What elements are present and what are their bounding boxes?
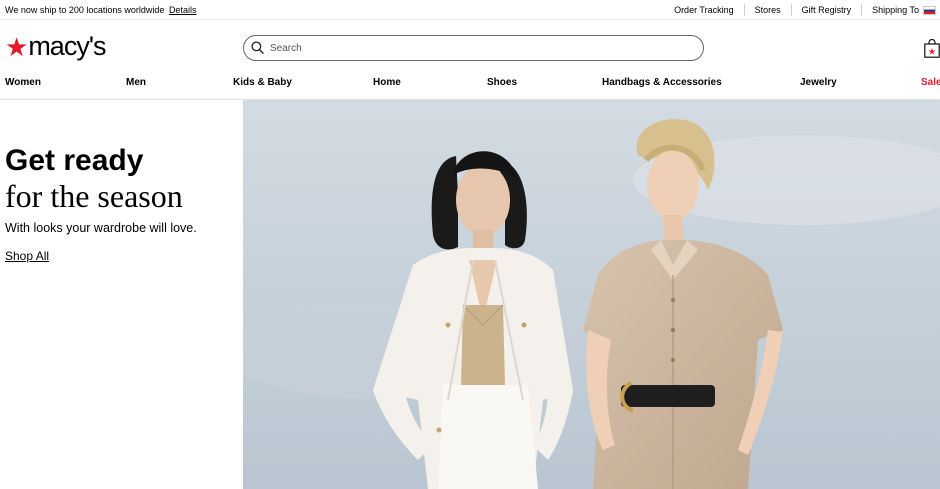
shipping-to-label: Shipping To xyxy=(872,5,919,15)
promo-headline: Get ready xyxy=(5,144,144,177)
nav-handbags-accessories[interactable]: Handbags & Accessories xyxy=(602,77,722,88)
shipping-notice: We now ship to 200 locations worldwide D… xyxy=(5,5,196,15)
details-link[interactable]: Details xyxy=(169,5,197,15)
shipping-to-selector[interactable]: Shipping To xyxy=(862,4,940,16)
shop-all-link[interactable]: Shop All xyxy=(5,249,49,263)
nav-shoes[interactable]: Shoes xyxy=(487,77,517,88)
star-logo-icon: ★ xyxy=(5,32,29,62)
logo-wordmark: macy's xyxy=(28,31,106,61)
macys-logo[interactable]: ★ macy's xyxy=(5,31,106,62)
utility-bar: We now ship to 200 locations worldwide D… xyxy=(0,0,940,20)
promo-headline-serif: for the season xyxy=(5,178,183,214)
site-header: ★ macy's ★ xyxy=(0,24,940,72)
hero-image[interactable] xyxy=(243,100,940,489)
nav-kids-baby[interactable]: Kids & Baby xyxy=(233,77,292,88)
nav-women[interactable]: Women xyxy=(5,77,41,88)
search-input[interactable] xyxy=(270,42,690,54)
hero-illustration xyxy=(243,100,940,489)
promo-subtitle: With looks your wardrobe will love. xyxy=(5,221,197,235)
nav-men[interactable]: Men xyxy=(126,77,146,88)
gift-registry-link[interactable]: Gift Registry xyxy=(792,4,863,16)
nav-sale[interactable]: Sale xyxy=(921,77,940,88)
utility-links: Order Tracking Stores Gift Registry Ship… xyxy=(664,0,940,20)
nav-home[interactable]: Home xyxy=(373,77,401,88)
flag-icon xyxy=(923,5,936,15)
stores-link[interactable]: Stores xyxy=(745,4,792,16)
svg-text:★: ★ xyxy=(928,48,936,58)
shopping-bag-icon[interactable]: ★ xyxy=(924,39,940,58)
search-bar[interactable] xyxy=(243,35,704,61)
main-navigation: Women Men Kids & Baby Home Shoes Handbag… xyxy=(0,73,940,93)
order-tracking-link[interactable]: Order Tracking xyxy=(664,4,745,16)
search-icon xyxy=(251,41,264,54)
shipping-notice-text: We now ship to 200 locations worldwide xyxy=(5,5,165,15)
hero-promo: Get ready for the season With looks your… xyxy=(5,145,235,265)
nav-jewelry[interactable]: Jewelry xyxy=(800,77,837,88)
